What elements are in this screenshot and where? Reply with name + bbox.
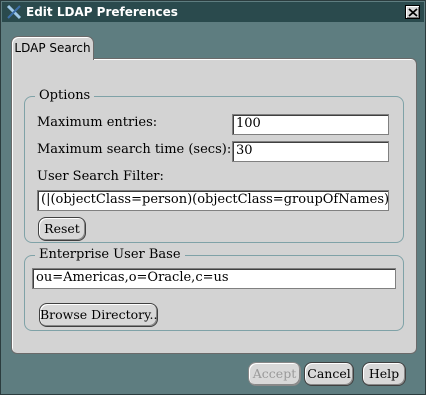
tab-ldap-search[interactable]: LDAP Search	[11, 36, 94, 60]
x-logo-icon	[6, 4, 22, 20]
enterprise-user-base-legend: Enterprise User Base	[35, 247, 185, 263]
max-entries-field[interactable]: 100	[232, 114, 389, 135]
browse-directory-button[interactable]: Browse Directory..	[39, 303, 158, 327]
options-legend: Options	[35, 88, 95, 104]
window-title: Edit LDAP Preferences	[26, 5, 178, 19]
cancel-button[interactable]: Cancel	[304, 362, 354, 386]
edit-ldap-preferences-dialog: Edit LDAP Preferences LDAP Search Option…	[0, 0, 426, 395]
max-entries-label: Maximum entries:	[37, 115, 158, 130]
ldap-search-panel: Options Maximum entries: 100 Maximum sea…	[11, 58, 417, 354]
accept-button[interactable]: Accept	[248, 362, 301, 386]
max-search-time-label: Maximum search time (secs):	[37, 142, 232, 157]
close-icon	[408, 8, 418, 17]
enterprise-user-base-group: Enterprise User Base ou=Americas,o=Oracl…	[24, 247, 404, 331]
close-button[interactable]	[405, 5, 420, 19]
tab-label: LDAP Search	[14, 41, 91, 55]
user-search-filter-field[interactable]: (|(objectClass=person)(objectClass=group…	[37, 190, 389, 211]
user-search-filter-label: User Search Filter:	[37, 169, 164, 184]
title-bar[interactable]: Edit LDAP Preferences	[2, 2, 424, 22]
options-group: Options Maximum entries: 100 Maximum sea…	[24, 88, 404, 243]
user-base-field[interactable]: ou=Americas,o=Oracle,c=us	[32, 268, 396, 289]
max-search-time-field[interactable]: 30	[232, 141, 389, 162]
reset-button[interactable]: Reset	[38, 217, 86, 241]
help-button[interactable]: Help	[362, 362, 406, 386]
